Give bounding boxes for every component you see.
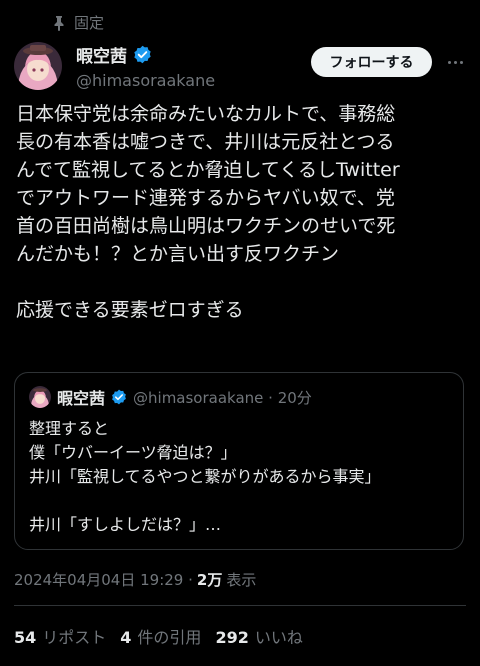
pin-icon bbox=[54, 15, 64, 31]
quotes-label: 件の引用 bbox=[137, 628, 202, 647]
verified-badge-icon bbox=[134, 45, 151, 64]
tweet-author: 暇空茜 @himasoraakane bbox=[76, 42, 215, 90]
divider bbox=[14, 605, 466, 606]
likes-count: 292 bbox=[215, 628, 249, 647]
reposts-label: リポスト bbox=[42, 628, 107, 647]
tweet-text: 日本保守党は余命みたいなカルトで、事務総 長の有本香は嘘つきで、井川は元反社とつ… bbox=[16, 103, 400, 321]
engagement-stats: 54 リポスト 4 件の引用 292 いいね bbox=[14, 624, 303, 648]
quoted-tweet[interactable]: 暇空茜 @himasoraakane · 20分 整理すると 僕「ウバーイーツ脅… bbox=[14, 372, 464, 550]
verified-badge-icon bbox=[112, 389, 126, 405]
quotes-stat[interactable]: 4 件の引用 bbox=[120, 624, 201, 648]
views-label: 表示 bbox=[226, 571, 257, 589]
quoted-author-name: 暇空茜 bbox=[57, 389, 106, 408]
more-options-icon[interactable] bbox=[448, 54, 468, 70]
tweet-meta: 2024年04月04日 19:29 · 2万 表示 bbox=[14, 569, 256, 590]
quoted-tweet-header: 暇空茜 @himasoraakane · 20分 bbox=[29, 385, 312, 409]
reposts-count: 54 bbox=[14, 628, 37, 647]
pinned-indicator: 固定 bbox=[52, 12, 104, 33]
author-name[interactable]: 暇空茜 bbox=[76, 42, 127, 67]
pinned-label: 固定 bbox=[74, 14, 105, 32]
author-handle[interactable]: @himasoraakane bbox=[76, 71, 215, 90]
reposts-stat[interactable]: 54 リポスト bbox=[14, 624, 106, 648]
likes-stat[interactable]: 292 いいね bbox=[215, 624, 302, 648]
quoted-tweet-text: 整理すると 僕「ウバーイーツ脅迫は？」 井川「監視してるやつと繋がりがあるから事… bbox=[29, 419, 381, 534]
likes-label: いいね bbox=[254, 628, 303, 647]
quoted-handle-time: @himasoraakane · 20分 bbox=[133, 388, 312, 407]
timestamp[interactable]: 2024年04月04日 19:29 · bbox=[14, 569, 193, 590]
avatar[interactable] bbox=[14, 42, 62, 90]
quoted-avatar bbox=[29, 386, 51, 408]
quotes-count: 4 bbox=[120, 628, 132, 647]
views-count: 2万 bbox=[196, 571, 223, 589]
follow-button[interactable]: フォローする bbox=[311, 47, 432, 77]
